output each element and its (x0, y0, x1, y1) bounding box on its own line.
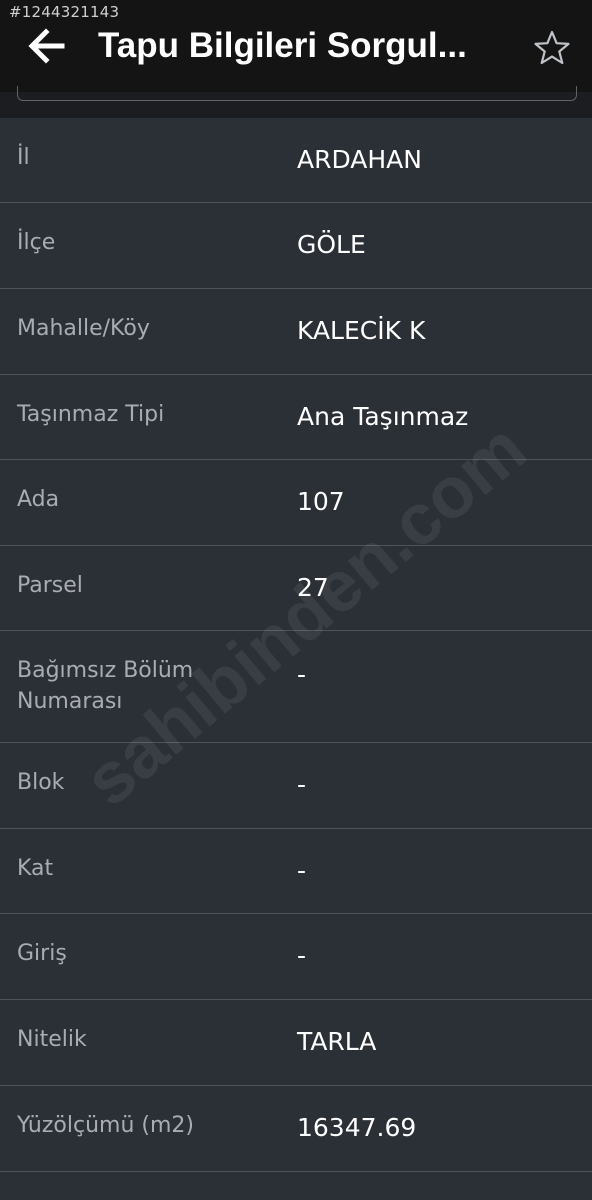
listing-id: #1244321143 (9, 3, 120, 21)
row-value: 107 (297, 487, 345, 516)
row-label: Blok (17, 770, 65, 795)
search-strip (0, 86, 592, 118)
row-blok: Blok - (0, 743, 592, 829)
row-giris: Giriş - (0, 914, 592, 1000)
row-value: - (297, 770, 307, 799)
row-value: GÖLE (297, 230, 366, 259)
row-value: Ana Taşınmaz (297, 402, 469, 431)
row-label: İl (17, 145, 30, 170)
page-title: Tapu Bilgileri Sorgul... (98, 26, 467, 65)
search-box[interactable] (17, 86, 577, 101)
row-kat: Kat - (0, 829, 592, 914)
row-value: TARLA (297, 1027, 377, 1056)
row-value: - (297, 660, 307, 689)
arrow-left-icon (28, 28, 65, 64)
property-info-table: İl ARDAHAN İlçe GÖLE Mahalle/Köy KALECİK… (0, 118, 592, 1172)
row-label: Kat (17, 856, 54, 881)
row-value: KALECİK K (297, 316, 426, 345)
row-mahalle-koy: Mahalle/Köy KALECİK K (0, 289, 592, 375)
row-il: İl ARDAHAN (0, 118, 592, 203)
row-yuzolcumu: Yüzölçümü (m2) 16347.69 (0, 1086, 592, 1172)
row-label: Ada (17, 487, 60, 512)
row-value: - (297, 941, 307, 970)
row-label: Nitelik (17, 1027, 87, 1052)
row-tasinmaz-tipi: Taşınmaz Tipi Ana Taşınmaz (0, 375, 592, 460)
row-value: 16347.69 (297, 1113, 417, 1142)
row-nitelik: Nitelik TARLA (0, 1000, 592, 1086)
back-button[interactable] (22, 26, 70, 66)
row-label: Yüzölçümü (m2) (17, 1113, 194, 1138)
row-parsel: Parsel 27 (0, 546, 592, 631)
row-value: 27 (297, 573, 329, 602)
row-bagimsiz-bolum: Bağımsız Bölüm Numarası - (0, 631, 592, 743)
row-label: İlçe (17, 230, 56, 255)
row-label: Parsel (17, 573, 83, 598)
row-label: Mahalle/Köy (17, 316, 150, 341)
row-label: Bağımsız Bölüm Numarası (17, 658, 194, 714)
row-value: - (297, 856, 307, 885)
row-value: ARDAHAN (297, 145, 422, 174)
row-label: Taşınmaz Tipi (17, 402, 165, 427)
row-label: Giriş (17, 941, 67, 966)
row-ilce: İlçe GÖLE (0, 203, 592, 289)
favorite-button[interactable] (532, 28, 572, 68)
star-outline-icon (534, 30, 570, 65)
row-ada: Ada 107 (0, 460, 592, 546)
